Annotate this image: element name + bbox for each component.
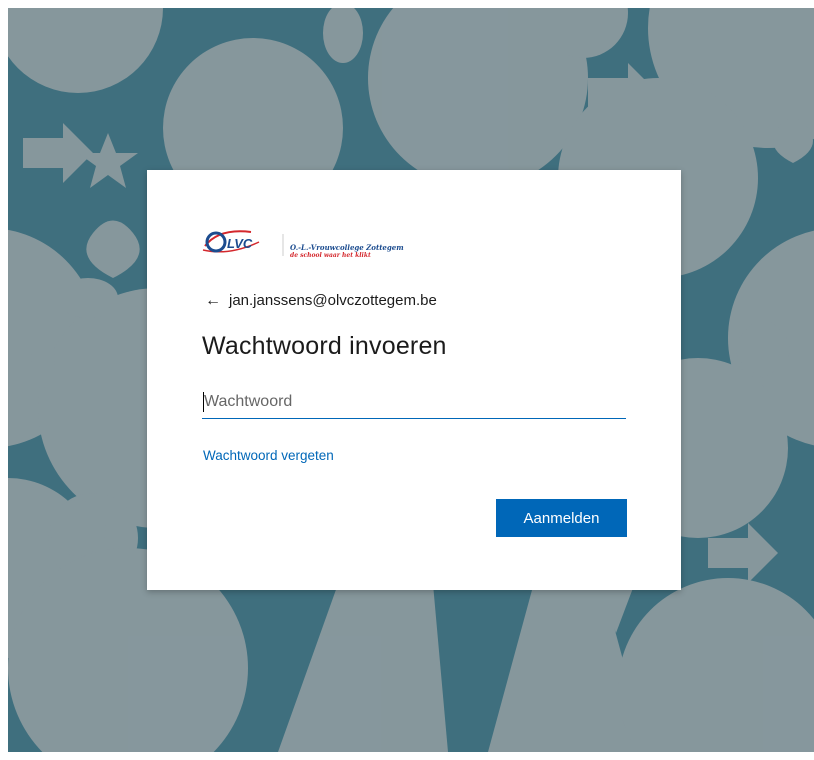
envelope-icon (8, 8, 163, 93)
account-email: jan.janssens@olvczottegem.be (229, 292, 437, 309)
people-icon (618, 578, 814, 752)
arrow-left-icon[interactable]: ← (205, 292, 221, 309)
text-caret (203, 392, 204, 412)
account-row: ← jan.janssens@olvczottegem.be (205, 292, 437, 309)
sign-in-button[interactable]: Aanmelden (496, 499, 627, 537)
forgot-password-link[interactable]: Wachtwoord vergeten (203, 448, 334, 463)
page-title: Wachtwoord invoeren (202, 332, 447, 360)
sign-in-card: LVC O.-L.-Vrouwcollege Zottegem de schoo… (147, 170, 681, 590)
password-input[interactable] (202, 386, 626, 419)
logo-mark-text: LVC (227, 236, 253, 251)
logo-tagline: de school waar het klikt (290, 252, 371, 259)
logo-school-name: O.-L.-Vrouwcollege Zottegem (290, 243, 404, 252)
